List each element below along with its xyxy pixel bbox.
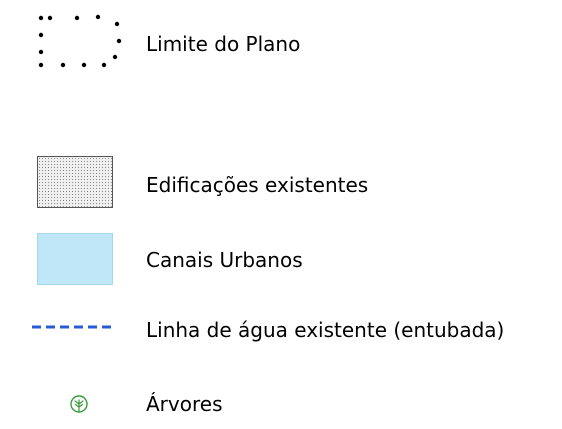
dotted-boundary-icon	[38, 14, 122, 68]
stippled-building-icon	[37, 156, 113, 208]
tree-icon	[70, 395, 88, 413]
legend-item-trees: Árvores	[0, 392, 562, 422]
legend-item-existing-buildings: Edificações existentes	[0, 156, 562, 210]
dashed-line-icon	[32, 325, 116, 329]
legend-item-water-line: Linha de água existente (entubada)	[0, 318, 562, 348]
map-legend: Limite do Plano Edificações existentes C…	[0, 0, 562, 429]
legend-item-urban-canals: Canais Urbanos	[0, 233, 562, 287]
legend-label-existing-buildings: Edificações existentes	[146, 173, 369, 197]
legend-label-urban-canals: Canais Urbanos	[146, 248, 303, 272]
legend-label-plan-boundary: Limite do Plano	[146, 32, 301, 56]
water-canal-swatch	[37, 233, 113, 285]
legend-label-trees: Árvores	[146, 392, 223, 416]
legend-item-plan-boundary: Limite do Plano	[0, 10, 562, 70]
legend-label-water-line: Linha de água existente (entubada)	[146, 318, 505, 342]
